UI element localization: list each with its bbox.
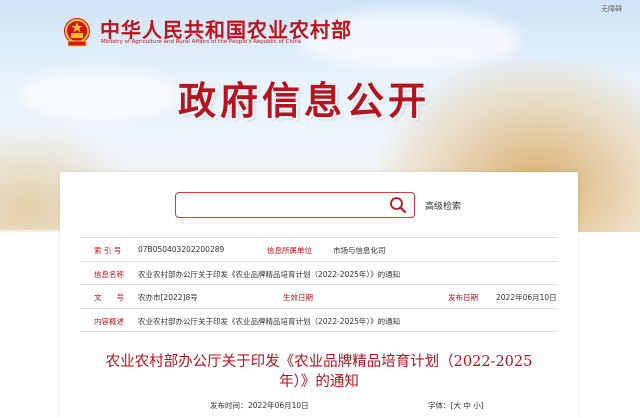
publish-time-value: 2022年06月10日 (248, 401, 309, 410)
content-card: 高级检索 索 引 号 07B050403202200289 信息所属单位 市场与… (60, 172, 578, 418)
font-size-label: 字体： (428, 401, 451, 410)
advanced-search-link[interactable]: 高级检索 (425, 199, 461, 212)
document-number-value: 农办市[2022]8号 (138, 293, 198, 302)
font-size-large-button[interactable]: 大 (453, 401, 461, 410)
publish-date-label: 发布日期 (448, 293, 478, 302)
info-row: 文 号 农办市[2022]8号 生效日期 发布日期 2022年06月10日 (80, 285, 558, 309)
effective-date-label: 生效日期 (283, 293, 313, 302)
font-size-small-button[interactable]: 小 (473, 401, 481, 410)
national-emblem-icon (64, 18, 90, 47)
info-name-value: 农业农村部办公厅关于印发《农业品牌精品培育计划（2022-2025年）》的通知 (138, 269, 401, 279)
page-title: 政府信息公开 (178, 78, 431, 123)
summary-value: 农业农村部办公厅关于印发《农业品牌精品培育计划（2022-2025年）》的通知 (138, 316, 401, 326)
cloud-decoration (20, 70, 180, 120)
accessibility-link[interactable]: 无障碍 (601, 4, 622, 14)
index-number-value: 07B050403202200289 (138, 245, 225, 254)
document-number-label: 文 号 (94, 293, 124, 302)
document-title-line: 年）》的通知 (279, 374, 359, 390)
owning-unit-label: 信息所属单位 (267, 246, 312, 255)
font-size-control: 字体：[大 中 小] (428, 400, 484, 411)
search-input[interactable] (175, 192, 415, 218)
publish-date-value: 2022年06月10日 (496, 293, 557, 302)
ministry-name-en: Ministry of Agriculture and Rural Affair… (101, 39, 302, 45)
info-row: 内容概述 农业农村部办公厅关于印发《农业品牌精品培育计划（2022-2025年）… (80, 309, 558, 332)
publish-time-label: 发布时间： (210, 401, 248, 410)
search-icon[interactable] (389, 196, 407, 214)
info-row: 索 引 号 07B050403202200289 信息所属单位 市场与信息化司 (80, 238, 558, 262)
document-title: 农业农村部办公厅关于印发《农业品牌精品培育计划（2022-2025 年）》的通知 (80, 352, 558, 392)
bracket-close: ] (480, 401, 484, 410)
summary-label: 内容概述 (94, 316, 124, 326)
index-number-label: 索 引 号 (94, 246, 122, 255)
info-name-label: 信息名称 (94, 269, 124, 279)
document-info-table: 索 引 号 07B050403202200289 信息所属单位 市场与信息化司 … (80, 237, 558, 332)
document-title-line: 农业农村部办公厅关于印发《农业品牌精品培育计划（2022-2025 (105, 354, 533, 370)
owning-unit-value: 市场与信息化司 (333, 246, 386, 255)
info-row: 信息名称 农业农村部办公厅关于印发《农业品牌精品培育计划（2022-2025年）… (80, 262, 558, 285)
font-size-medium-button[interactable]: 中 (463, 401, 471, 410)
